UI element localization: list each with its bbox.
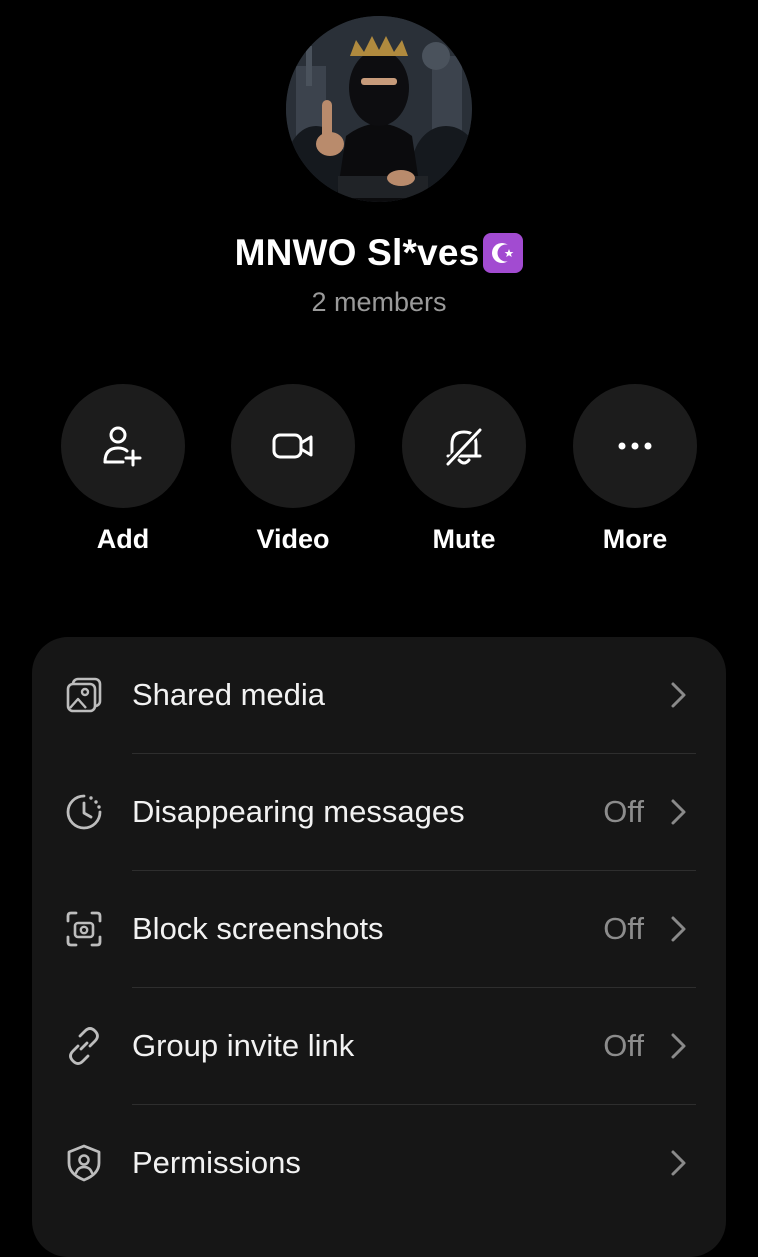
mute-button[interactable]: Mute <box>402 384 526 555</box>
video-camera-icon <box>272 433 313 459</box>
block-screenshots-label: Block screenshots <box>132 911 384 946</box>
chevron-right-icon <box>671 916 686 942</box>
shared-media-row[interactable]: Shared media <box>32 637 726 753</box>
group-avatar[interactable] <box>286 16 472 202</box>
bell-off-icon <box>444 425 484 467</box>
shield-person-icon <box>67 1144 101 1182</box>
group-invite-link-value: Off <box>603 1028 644 1063</box>
timer-icon <box>66 794 102 830</box>
settings-card: Shared media Disappearing messages Off B… <box>32 637 726 1257</box>
group-name: MNWO Sl*ves <box>234 232 480 273</box>
shared-media-label: Shared media <box>132 677 326 712</box>
add-member-button[interactable]: Add <box>61 384 185 555</box>
chevron-right-icon <box>671 1033 686 1059</box>
chevron-right-icon <box>671 1150 686 1176</box>
disappearing-messages-row[interactable]: Disappearing messages Off <box>32 754 726 870</box>
avatar-image <box>286 16 472 202</box>
add-label: Add <box>96 524 150 554</box>
video-label: Video <box>256 524 330 554</box>
add-person-icon <box>103 426 142 467</box>
mute-button-circle[interactable] <box>402 384 526 508</box>
more-button[interactable]: More <box>573 384 697 555</box>
chevron-right-icon <box>671 682 686 708</box>
screenshot-block-icon <box>66 911 102 947</box>
star-and-crescent-icon <box>483 233 524 273</box>
more-label: More <box>602 524 668 554</box>
add-button-circle[interactable] <box>61 384 185 508</box>
permissions-row[interactable]: Permissions <box>32 1105 726 1221</box>
video-button-circle[interactable] <box>231 384 355 508</box>
member-count[interactable]: 2 members <box>0 287 758 318</box>
more-button-circle[interactable] <box>573 384 697 508</box>
more-dots-icon <box>618 442 652 450</box>
chevron-right-icon <box>671 799 686 825</box>
group-title-row: MNWO Sl*ves <box>0 232 758 274</box>
disappearing-messages-value: Off <box>603 794 644 829</box>
block-screenshots-row[interactable]: Block screenshots Off <box>32 871 726 987</box>
mute-label: Mute <box>432 524 496 554</box>
permissions-label: Permissions <box>132 1145 301 1180</box>
group-invite-link-row[interactable]: Group invite link Off <box>32 988 726 1104</box>
media-icon <box>66 677 102 713</box>
link-icon <box>69 1027 99 1065</box>
block-screenshots-value: Off <box>603 911 644 946</box>
group-invite-link-label: Group invite link <box>132 1028 355 1063</box>
video-button[interactable]: Video <box>231 384 355 555</box>
disappearing-messages-label: Disappearing messages <box>132 794 465 829</box>
